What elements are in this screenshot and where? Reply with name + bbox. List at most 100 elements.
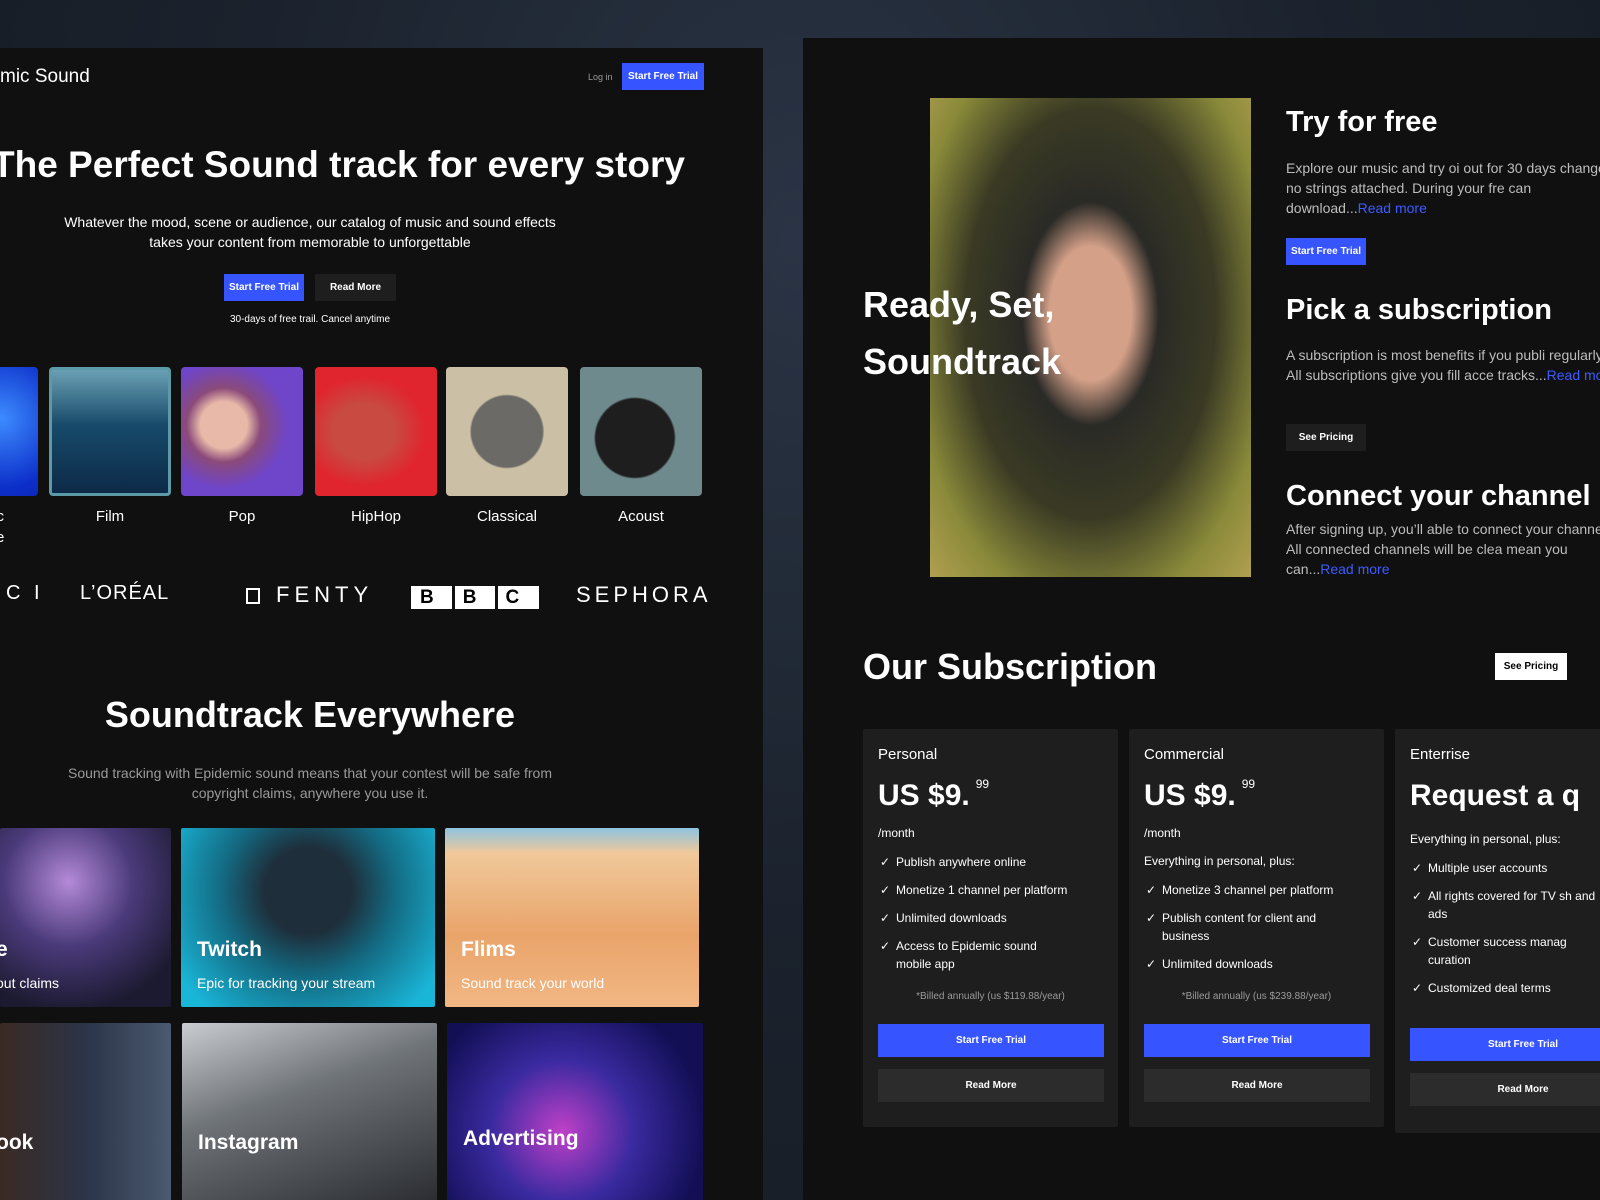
step-start-trial-button[interactable]: Start Free Trial <box>1286 238 1366 265</box>
step-text: After signing up, you’ll able to connect… <box>1286 519 1600 579</box>
plan-card-personal: Personal US $9. 99 /month Publish anywher… <box>863 729 1118 1127</box>
hero-title-line2: Soundtrack <box>863 341 1062 382</box>
feature-item: Customized deal terms <box>1410 979 1600 997</box>
landing-page-panel: mic Sound Log in Start Free Trial The Pe… <box>0 48 763 1200</box>
use-case-card-films[interactable]: Flims Sound track your world <box>445 828 699 1007</box>
genre-label: Film <box>95 508 125 525</box>
feature-item: All rights covered for TV sh and ads <box>1410 887 1600 923</box>
plan-features: Publish anywhere online Monetize 1 chann… <box>878 853 1098 983</box>
genre-label: HipHop <box>350 508 402 525</box>
fenty-emblem-icon <box>246 588 260 604</box>
genre-label: Acoust <box>618 508 664 525</box>
logo-bbc-text: BBC <box>420 587 549 608</box>
plan-card-commercial: Commercial US $9. 99 /month Everything in… <box>1129 729 1384 1127</box>
plan-start-trial-button[interactable]: Start Free Trial <box>1144 1024 1370 1057</box>
feature-item: Monetize 1 channel per platform <box>878 881 1098 899</box>
feature-item: Monetize 3 channel per platform <box>1144 881 1364 899</box>
billing-note: *Billed annually (us $239.88/year) <box>1181 991 1332 1002</box>
hero-photo-woman-headphones <box>930 98 1251 577</box>
plan-price: US $9. 99 <box>878 777 990 813</box>
use-case-title: e <box>0 938 8 961</box>
step-title: Connect your channel <box>1286 480 1591 512</box>
plan-read-more-button[interactable]: Read More <box>878 1069 1104 1102</box>
genre-label: ic <box>0 508 4 525</box>
genre-label-line2: e <box>0 529 5 546</box>
step-title: Pick a subscription <box>1286 294 1552 326</box>
use-case-title: ook <box>0 1131 34 1154</box>
feature-item: Access to Epidemic sound mobile app <box>878 937 1048 973</box>
hero-read-more-button[interactable]: Read More <box>315 274 396 301</box>
plan-price: Request a q <box>1410 779 1581 812</box>
everywhere-subtitle-2: copyright claims, anywhere you use it. <box>191 785 429 801</box>
read-more-link[interactable]: Read more <box>1358 200 1427 216</box>
everywhere-title: Soundtrack Everywhere <box>104 694 516 735</box>
subscription-title: Our Subscription <box>863 646 1158 687</box>
step-see-pricing-button[interactable]: See Pricing <box>1286 424 1366 451</box>
logo-gucci: C I <box>6 582 44 604</box>
use-case-card-twitch[interactable]: Twitch Epic for tracking your stream <box>181 828 435 1007</box>
step-text: A subscription is most benefits if you p… <box>1286 345 1600 385</box>
plan-intro: Everything in personal, plus: <box>1410 832 1561 846</box>
hero-subtitle-1: Whatever the mood, scene or audience, ou… <box>64 214 556 230</box>
price-cents: 99 <box>975 777 990 791</box>
hero-title: The Perfect Sound track for every story <box>0 144 685 185</box>
plan-start-trial-button[interactable]: Start Free Trial <box>1410 1028 1600 1061</box>
nav-start-trial-button[interactable]: Start Free Trial <box>622 63 704 90</box>
hero-subtitle-2: takes your content from memorable to unf… <box>149 234 471 250</box>
use-case-card[interactable]: e out claims <box>0 828 171 1007</box>
feature-item: Publish anywhere online <box>878 853 1098 871</box>
see-pricing-button[interactable]: See Pricing <box>1495 653 1567 680</box>
logo-fenty: FENTY <box>276 582 374 607</box>
use-case-title: Twitch <box>197 938 262 961</box>
plan-name: Enterrise <box>1410 746 1471 763</box>
use-case-card-advertising[interactable]: Advertising <box>447 1023 703 1200</box>
use-case-desc: out claims <box>0 975 60 991</box>
step-text-body: Explore our music and try oi out for 30 … <box>1286 160 1600 216</box>
use-case-card-instagram[interactable]: Instagram <box>182 1023 437 1200</box>
plan-period: /month <box>1144 826 1181 840</box>
plan-read-more-button[interactable]: Read More <box>1144 1069 1370 1102</box>
genre-tile-classical[interactable] <box>446 367 568 496</box>
genre-tile-pop[interactable] <box>181 367 303 496</box>
plan-read-more-button[interactable]: Read More <box>1410 1073 1600 1106</box>
genre-tile-partial[interactable] <box>0 367 38 496</box>
features-pricing-panel: Ready, Set, Soundtrack Try for free Expl… <box>803 38 1600 1200</box>
price-main: US $9. <box>878 779 970 812</box>
use-case-card[interactable]: ook <box>0 1023 171 1200</box>
plan-card-enterprise: Enterrise Request a q Everything in pers… <box>1395 729 1600 1133</box>
step-title: Try for free <box>1286 106 1438 138</box>
billing-note: *Billed annually (us $119.88/year) <box>916 991 1065 1002</box>
read-more-link[interactable]: Read more <box>1547 367 1600 383</box>
feature-item: Unlimited downloads <box>878 909 1098 927</box>
genre-tile-hiphop[interactable] <box>315 367 437 496</box>
use-case-title: Flims <box>461 938 516 961</box>
plan-start-trial-button[interactable]: Start Free Trial <box>878 1024 1104 1057</box>
logo-loreal: L’ORÉAL <box>80 582 170 604</box>
plan-features: Monetize 3 channel per platform Publish … <box>1144 881 1364 983</box>
brand-logo[interactable]: mic Sound <box>0 66 90 88</box>
everywhere-subtitle-1: Sound tracking with Epidemic sound means… <box>67 765 553 781</box>
hero-title-line1: Ready, Set, <box>863 284 1055 325</box>
price-cents: 99 <box>1241 777 1256 791</box>
feature-item: Publish content for client and business <box>1144 909 1344 945</box>
plan-price: US $9. 99 <box>1144 777 1256 813</box>
feature-item: Unlimited downloads <box>1144 955 1364 973</box>
price-main: US $9. <box>1144 779 1236 812</box>
read-more-link[interactable]: Read more <box>1320 561 1389 577</box>
plan-period: /month <box>878 826 915 840</box>
genre-label: Classical <box>476 508 537 525</box>
feature-item: Customer success manag curation <box>1410 933 1600 969</box>
genre-tile-film[interactable] <box>49 367 171 496</box>
trial-note: 30-days of free trail. Cancel anytime <box>229 314 391 325</box>
hero-start-trial-button[interactable]: Start Free Trial <box>224 274 304 301</box>
feature-item: Multiple user accounts <box>1410 859 1600 877</box>
login-link[interactable]: Log in <box>588 72 613 82</box>
use-case-desc: Sound track your world <box>461 975 605 991</box>
logo-sephora: SEPHORA <box>576 582 712 607</box>
plan-intro: Everything in personal, plus: <box>1144 854 1295 868</box>
genre-label: Pop <box>228 508 256 525</box>
plan-features: Multiple user accounts All rights covere… <box>1410 859 1600 1007</box>
use-case-title: Advertising <box>463 1127 579 1150</box>
genre-tile-acoustic[interactable] <box>580 367 702 496</box>
plan-name: Commercial <box>1144 746 1225 763</box>
